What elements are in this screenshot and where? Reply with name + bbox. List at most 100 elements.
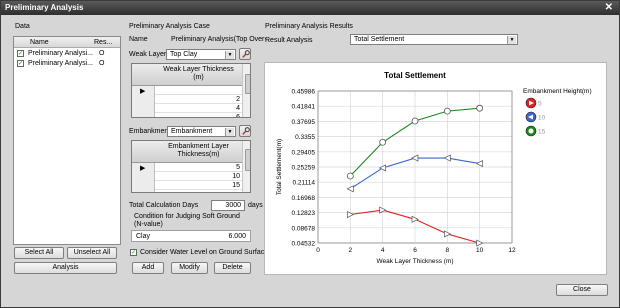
scrollbar-thumb[interactable] <box>245 149 250 171</box>
y-tick-label: 0.04532 <box>292 241 316 248</box>
weak-grid-header-text: Weak Layer Thickness (m) <box>163 66 234 81</box>
table-row[interactable]: 10 <box>155 172 242 181</box>
weak-layer-tool-button[interactable] <box>239 48 251 60</box>
row-checkbox[interactable]: ✓ <box>17 50 24 57</box>
water-level-label: Consider Water Level on Ground Surface <box>140 249 269 256</box>
y-tick-label: 0.21114 <box>292 180 315 187</box>
weak-layer-grid[interactable]: Weak Layer Thickness (m) ▶ 2 4 6 <box>131 63 251 118</box>
row-result: O <box>99 60 105 67</box>
result-analysis-select[interactable]: Total Settlement ▼ <box>350 34 518 45</box>
x-tick-label: 10 <box>476 247 484 254</box>
x-axis-label: Weak Layer Thickness (m) <box>376 258 453 265</box>
clay-row: Clay 6.000 <box>131 230 251 242</box>
x-tick-label: 6 <box>413 247 417 254</box>
chart-area: Total Settlement 0.04532 0.08678 0.12823 0.1… <box>264 62 607 275</box>
y-tick-label: 0.3355 <box>295 134 315 141</box>
legend-label: 5 <box>538 101 542 108</box>
data-point <box>443 107 451 115</box>
y-tick-label: 0.25259 <box>292 165 316 172</box>
column-name[interactable]: Name <box>30 39 49 46</box>
x-tick-label: 2 <box>349 247 353 254</box>
scrollbar-thumb[interactable] <box>245 74 250 94</box>
results-group-label: Preliminary Analysis Results <box>265 23 353 30</box>
condition-label: Condition for Judging Soft Ground (N-val… <box>134 213 240 228</box>
row-pointer-icon: ▶ <box>140 165 146 172</box>
wrench-icon <box>242 127 250 135</box>
chevron-down-icon: ▼ <box>225 51 234 59</box>
scrollbar[interactable] <box>242 141 250 192</box>
weak-layer-value: Top Clay <box>170 51 198 58</box>
table-row[interactable]: 4 <box>155 104 242 113</box>
y-tick-label: 0.45986 <box>292 89 316 96</box>
emb-grid-header-text: Embankment Layer Thickness(m) <box>168 143 229 158</box>
name-label: Name <box>129 36 148 43</box>
embankment-grid[interactable]: Embankment Layer Thickness(m) ▶ 5 10 15 <box>131 140 251 193</box>
scrollbar[interactable] <box>242 64 250 117</box>
result-analysis-label: Result Analysis <box>265 37 313 44</box>
x-tick-label: 12 <box>508 247 516 254</box>
chevron-down-icon: ▼ <box>507 36 516 44</box>
row-checkbox[interactable]: ✓ <box>17 60 24 67</box>
weak-grid-header: Weak Layer Thickness (m) <box>132 64 242 86</box>
close-button[interactable]: Close <box>556 284 608 296</box>
emb-grid-header: Embankment Layer Thickness(m) <box>132 141 242 163</box>
row-name: Preliminary Analysi... <box>28 60 93 67</box>
embankment-select[interactable]: Embankment ▼ <box>167 126 236 137</box>
list-item[interactable]: ✓ Preliminary Analysi... O <box>14 49 120 59</box>
modify-button[interactable]: Modify <box>171 262 208 274</box>
wrench-icon <box>242 50 250 58</box>
y-tick-label: 0.12823 <box>292 210 316 217</box>
row-pointer-icon: ▶ <box>140 88 146 95</box>
total-days-label: Total Calculation Days <box>129 202 199 209</box>
data-list: Name Res... ✓ Preliminary Analysi... O ✓… <box>13 36 121 245</box>
data-point <box>411 117 419 125</box>
case-group-label: Preliminary Analysis Case <box>129 23 210 30</box>
window-title: Preliminary Analysis <box>5 3 84 12</box>
embankment-value: Embankment <box>171 128 213 135</box>
y-tick-label: 0.08678 <box>292 225 316 232</box>
unselect-all-button[interactable]: Unselect All <box>67 247 117 259</box>
legend-label: 15 <box>538 129 546 136</box>
weak-layer-label: Weak Layer <box>129 51 167 58</box>
clay-value-input[interactable]: 6.000 <box>228 233 246 240</box>
cell-value: 15 <box>232 182 240 189</box>
water-level-checkbox[interactable]: ✓ <box>130 249 137 256</box>
y-tick-label: 0.29405 <box>292 149 316 156</box>
y-tick-label: 0.16968 <box>292 195 316 202</box>
list-item[interactable]: ✓ Preliminary Analysi... O <box>14 59 120 69</box>
weak-layer-select[interactable]: Top Clay ▼ <box>166 49 236 60</box>
name-value: Preliminary Analysis(Top Over- <box>171 36 267 43</box>
table-row[interactable]: 6 <box>155 113 242 117</box>
table-row[interactable] <box>155 86 242 95</box>
data-point <box>346 172 354 180</box>
y-tick-label: 0.41841 <box>292 104 316 111</box>
x-tick-label: 4 <box>381 247 385 254</box>
delete-button[interactable]: Delete <box>214 262 251 274</box>
select-all-button[interactable]: Select All <box>14 247 64 259</box>
preliminary-analysis-window: Preliminary Analysis ✕ Data Name Res... … <box>0 0 620 308</box>
column-result[interactable]: Res... <box>94 39 112 46</box>
result-analysis-value: Total Settlement <box>354 36 405 43</box>
y-tick-label: 0.37695 <box>292 119 316 126</box>
row-result: O <box>99 50 105 57</box>
add-button[interactable]: Add <box>132 262 164 274</box>
embankment-label: Embankment <box>129 128 171 135</box>
table-row[interactable]: 15 <box>155 181 242 190</box>
chart-title: Total Settlement <box>384 71 446 80</box>
close-icon[interactable]: ✕ <box>605 1 613 15</box>
table-row[interactable]: 2 <box>155 95 242 104</box>
y-axis-label: Total Settlement(m) <box>276 139 283 195</box>
x-tick-label: 0 <box>316 247 320 254</box>
table-row[interactable]: 5 <box>155 163 242 172</box>
x-tick-label: 8 <box>446 247 450 254</box>
legend-title: Embankment Height(m) <box>523 88 592 95</box>
legend-marker <box>528 128 534 134</box>
row-name: Preliminary Analysi... <box>28 50 93 57</box>
cell-value: 10 <box>232 173 240 180</box>
data-list-header: Name Res... <box>14 37 120 48</box>
clay-label: Clay <box>136 233 151 240</box>
total-days-input[interactable]: 3000 <box>211 200 245 211</box>
data-point <box>476 104 484 112</box>
analysis-button[interactable]: Analysis <box>14 262 117 274</box>
embankment-tool-button[interactable] <box>239 125 251 137</box>
